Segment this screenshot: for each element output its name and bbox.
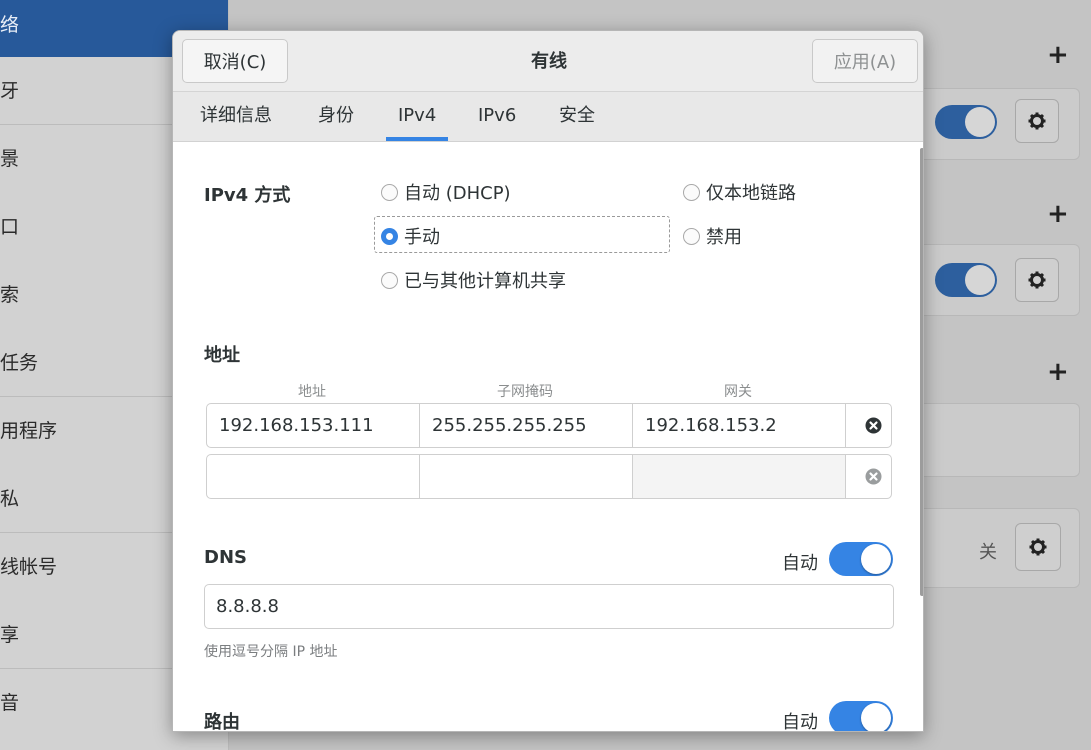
delete-icon (865, 468, 882, 485)
dns-section-label: DNS (204, 547, 247, 568)
address-row (206, 454, 892, 499)
address-input[interactable]: 192.168.153.111 (207, 404, 420, 447)
address-section-label: 地址 (204, 345, 240, 366)
switch-knob (861, 703, 891, 731)
delete-address-button (856, 455, 891, 498)
wired-connection-toggle[interactable] (935, 105, 997, 139)
vpn-toggle[interactable] (935, 263, 997, 297)
proxy-empty-card (924, 403, 1080, 477)
radio-indicator (381, 271, 398, 289)
radio-manual[interactable]: 手动 (381, 221, 440, 251)
cancel-button[interactable]: 取消(C) (182, 39, 288, 83)
wired-settings-gear-button[interactable] (1015, 99, 1059, 143)
tab-security[interactable]: 安全 (559, 92, 595, 141)
tab-ipv6[interactable]: IPv6 (478, 92, 516, 141)
switch-knob (861, 544, 891, 574)
dns-servers-input[interactable]: 8.8.8.8 (204, 584, 894, 629)
delete-icon (865, 417, 882, 434)
delete-address-button[interactable] (856, 404, 891, 447)
radio-shared[interactable]: 已与其他计算机共享 (381, 265, 566, 295)
radio-auto-dhcp[interactable]: 自动 (DHCP) (381, 177, 511, 207)
column-header-gateway: 网关 (724, 384, 752, 400)
radio-link-local-only[interactable]: 仅本地链路 (683, 177, 796, 207)
column-header-netmask: 子网掩码 (497, 384, 553, 400)
netmask-input[interactable] (420, 455, 633, 498)
radio-disable[interactable]: 禁用 (683, 221, 742, 251)
tab-details[interactable]: 详细信息 (200, 92, 272, 141)
vpn-settings-gear-button[interactable] (1015, 258, 1059, 302)
netmask-input[interactable]: 255.255.255.255 (420, 404, 633, 447)
dns-auto-switch[interactable] (829, 542, 893, 576)
address-row: 192.168.153.111 255.255.255.255 192.168.… (206, 403, 892, 448)
gateway-input (633, 455, 846, 498)
add-proxy-icon[interactable]: + (1047, 357, 1069, 387)
gear-icon (1028, 271, 1046, 289)
routes-auto-label: 自动 (782, 712, 818, 732)
address-input[interactable] (207, 455, 420, 498)
wired-connection-dialog: 有线 取消(C) 应用(A) 详细信息 身份 IPv4 IPv6 安全 IPv4… (172, 30, 924, 732)
gateway-input[interactable]: 192.168.153.2 (633, 404, 846, 447)
tab-identity[interactable]: 身份 (318, 92, 354, 141)
routes-section-label: 路由 (204, 712, 240, 732)
radio-indicator (381, 183, 398, 201)
content-scrollbar[interactable] (920, 148, 923, 596)
tab-ipv4[interactable]: IPv4 (385, 92, 449, 141)
routes-auto-switch[interactable] (829, 701, 893, 731)
radio-indicator (683, 183, 700, 201)
radio-indicator (683, 227, 700, 245)
proxy-status-off: 关 (979, 542, 997, 563)
dns-hint: 使用逗号分隔 IP 地址 (204, 644, 338, 660)
gear-icon (1028, 112, 1046, 130)
dialog-tabbar: 详细信息 身份 IPv4 IPv6 安全 (173, 92, 923, 142)
apply-button[interactable]: 应用(A) (812, 39, 918, 83)
add-connection-icon[interactable]: + (1047, 40, 1069, 70)
ipv4-method-label: IPv4 方式 (204, 185, 291, 206)
dns-auto-label: 自动 (782, 553, 818, 574)
column-header-address: 地址 (298, 384, 326, 400)
add-vpn-icon[interactable]: + (1047, 199, 1069, 229)
proxy-settings-gear-button[interactable] (1015, 523, 1061, 571)
gear-icon (1029, 538, 1047, 556)
dialog-titlebar: 有线 取消(C) 应用(A) (173, 31, 923, 92)
radio-indicator-checked (381, 227, 398, 245)
